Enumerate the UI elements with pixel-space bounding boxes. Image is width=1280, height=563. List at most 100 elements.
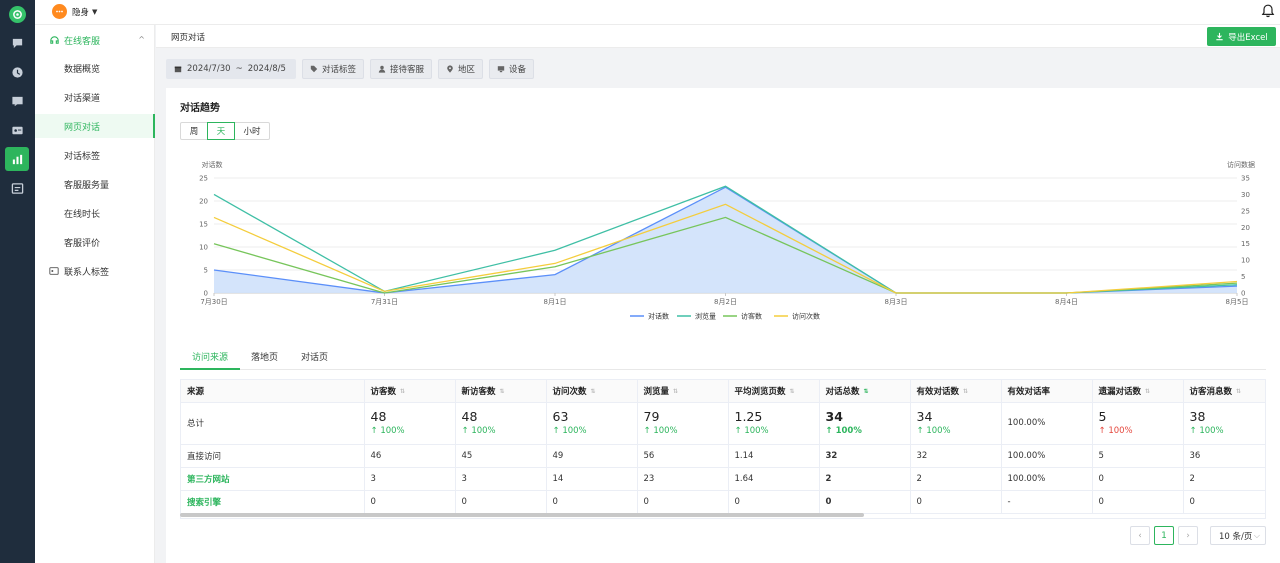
header-label: 访问次数 <box>552 386 587 397</box>
change-badge: ↑ 100% <box>371 425 449 437</box>
next-page-button[interactable]: › <box>1178 526 1198 545</box>
sort-icon[interactable]: ⇅ <box>500 388 505 395</box>
settings-panel-icon[interactable] <box>5 176 29 200</box>
prev-page-button[interactable]: ‹ <box>1130 526 1150 545</box>
table-cell: 32 <box>819 444 911 468</box>
table-cell: 0 <box>546 490 638 514</box>
sort-icon[interactable]: ⇅ <box>1145 388 1150 395</box>
page-size-select[interactable]: 10 条/页 ⌵ <box>1210 526 1266 545</box>
sort-icon[interactable]: ⇅ <box>1236 388 1241 395</box>
total-value: 5 <box>1098 409 1107 424</box>
table-header-cell[interactable]: 访客数 ⇅ <box>364 380 456 403</box>
total-value: 48 <box>370 409 387 424</box>
header-label: 访客消息数 <box>1189 386 1233 397</box>
table-header-cell[interactable]: 有效对话数 ⇅ <box>910 380 1002 403</box>
tab-landing-page[interactable]: 落地页 <box>251 350 278 370</box>
statistics-icon[interactable] <box>5 147 29 171</box>
sidebar-item[interactable]: 对话标签 <box>35 143 155 167</box>
table-cell: 14 <box>546 467 638 491</box>
sidebar-item[interactable]: 客服服务量 <box>35 172 155 196</box>
x-tick-label: 7月30日 <box>200 298 227 306</box>
filter-device-button[interactable]: 设备 <box>489 59 535 79</box>
table-header-cell[interactable]: 访客消息数 ⇅ <box>1183 380 1265 403</box>
table-cell: 63 ↑ 100% <box>546 402 638 445</box>
current-page-button[interactable]: 1 <box>1154 526 1174 545</box>
arrow-up-icon: ↑ <box>643 426 654 436</box>
source-cell[interactable]: 第三方网站 <box>181 467 365 491</box>
app-logo-icon[interactable] <box>9 6 26 23</box>
total-value: 1.25 <box>734 409 763 424</box>
filter-region-button[interactable]: 地区 <box>438 59 484 79</box>
table-header-cell[interactable]: 平均浏览页数 ⇅ <box>728 380 820 403</box>
total-value: 79 <box>643 409 660 424</box>
y2-tick-label: 25 <box>1241 207 1250 215</box>
export-excel-button[interactable]: 导出Excel <box>1207 27 1276 46</box>
arrow-up-icon: ↑ <box>552 426 563 436</box>
change-value: 100% <box>380 426 405 436</box>
series-area <box>214 187 1237 293</box>
table-cell: 100.00% <box>1001 402 1093 445</box>
sidebar-item[interactable]: 网页对话 <box>35 114 155 138</box>
table-header-cell[interactable]: 新访客数 ⇅ <box>455 380 547 403</box>
sidebar-item[interactable]: 在线时长 <box>35 201 155 225</box>
sidebar-item[interactable]: 对话渠道 <box>35 85 155 109</box>
table-horizontal-scrollbar[interactable] <box>180 513 864 517</box>
change-value: 100% <box>471 426 496 436</box>
y-tick-label: 0 <box>204 290 208 298</box>
filter-tag-button[interactable]: 对话标签 <box>302 59 365 79</box>
sidebar-item[interactable]: 数据概览 <box>35 56 155 80</box>
change-value: 100% <box>562 426 587 436</box>
y2-tick-label: 0 <box>1241 290 1245 298</box>
table-cell: 34 ↑ 100% <box>910 402 1002 445</box>
notification-bell-icon[interactable] <box>1260 3 1276 19</box>
total-value: 34 <box>825 409 843 424</box>
table-row: 直接访问 46 45 49 56 1.14 32 32 100.00% 5 36 <box>181 444 1265 468</box>
total-value: 63 <box>552 409 569 424</box>
x-tick-label: 8月1日 <box>544 298 567 306</box>
table-header-cell[interactable]: 有效对话率 <box>1001 380 1093 403</box>
table-cell: 23 <box>637 467 729 491</box>
legend-label: 访客数 <box>741 312 762 321</box>
tab-chat-page[interactable]: 对话页 <box>301 350 328 370</box>
legend-label: 访问次数 <box>792 312 820 321</box>
table-header-cell[interactable]: 遗漏对话数 ⇅ <box>1092 380 1184 403</box>
sort-icon[interactable]: ⇅ <box>864 388 869 395</box>
table-cell: 0 <box>455 490 547 514</box>
filter-tag-label: 对话标签 <box>322 65 357 75</box>
source-cell[interactable]: 搜索引擎 <box>181 490 365 514</box>
y-tick-label: 25 <box>199 175 208 183</box>
contacts-card-icon[interactable] <box>5 118 29 142</box>
header-label: 新访客数 <box>461 386 496 397</box>
sort-icon[interactable]: ⇅ <box>400 388 405 395</box>
sort-icon[interactable]: ⇅ <box>673 388 678 395</box>
y2-tick-label: 20 <box>1241 224 1250 232</box>
history-icon[interactable] <box>5 60 29 84</box>
date-range-picker[interactable]: 2024/7/30 ~ 2024/8/5 <box>166 59 296 79</box>
sidebar-item[interactable]: 客服评价 <box>35 230 155 254</box>
table-cell: - <box>1001 490 1093 514</box>
message-board-icon[interactable] <box>5 89 29 113</box>
sort-icon[interactable]: ⇅ <box>790 388 795 395</box>
granularity-week-button[interactable]: 周 <box>180 122 208 140</box>
table-header-cell[interactable]: 对话总数 ⇅ <box>819 380 911 403</box>
online-status-selector[interactable]: 隐身 ▼ <box>52 4 97 19</box>
table-cell: 2 <box>1183 467 1265 491</box>
sort-icon[interactable]: ⇅ <box>963 388 968 395</box>
table-header-cell[interactable]: 访问次数 ⇅ <box>546 380 638 403</box>
filter-agent-button[interactable]: 接待客服 <box>370 59 433 79</box>
granularity-hour-button[interactable]: 小时 <box>234 122 270 140</box>
calendar-icon <box>174 66 182 73</box>
sort-icon[interactable]: ⇅ <box>591 388 596 395</box>
sidebar-group-contact-tags[interactable]: 联系人标签 <box>35 259 155 283</box>
filter-device-label: 设备 <box>509 65 527 75</box>
table-header-cell[interactable]: 浏览量 ⇅ <box>637 380 729 403</box>
tab-visit-source[interactable]: 访问来源 <box>180 350 241 370</box>
icon-rail <box>0 0 35 563</box>
change-badge: ↑ 100% <box>553 425 631 437</box>
chat-icon[interactable] <box>5 31 29 55</box>
arrow-up-icon: ↑ <box>734 426 745 436</box>
sidebar-group-online-service[interactable]: 在线客服 ^ <box>35 27 155 53</box>
change-value: 100% <box>835 426 862 436</box>
y-tick-label: 20 <box>199 198 208 206</box>
granularity-day-button[interactable]: 天 <box>207 122 235 140</box>
